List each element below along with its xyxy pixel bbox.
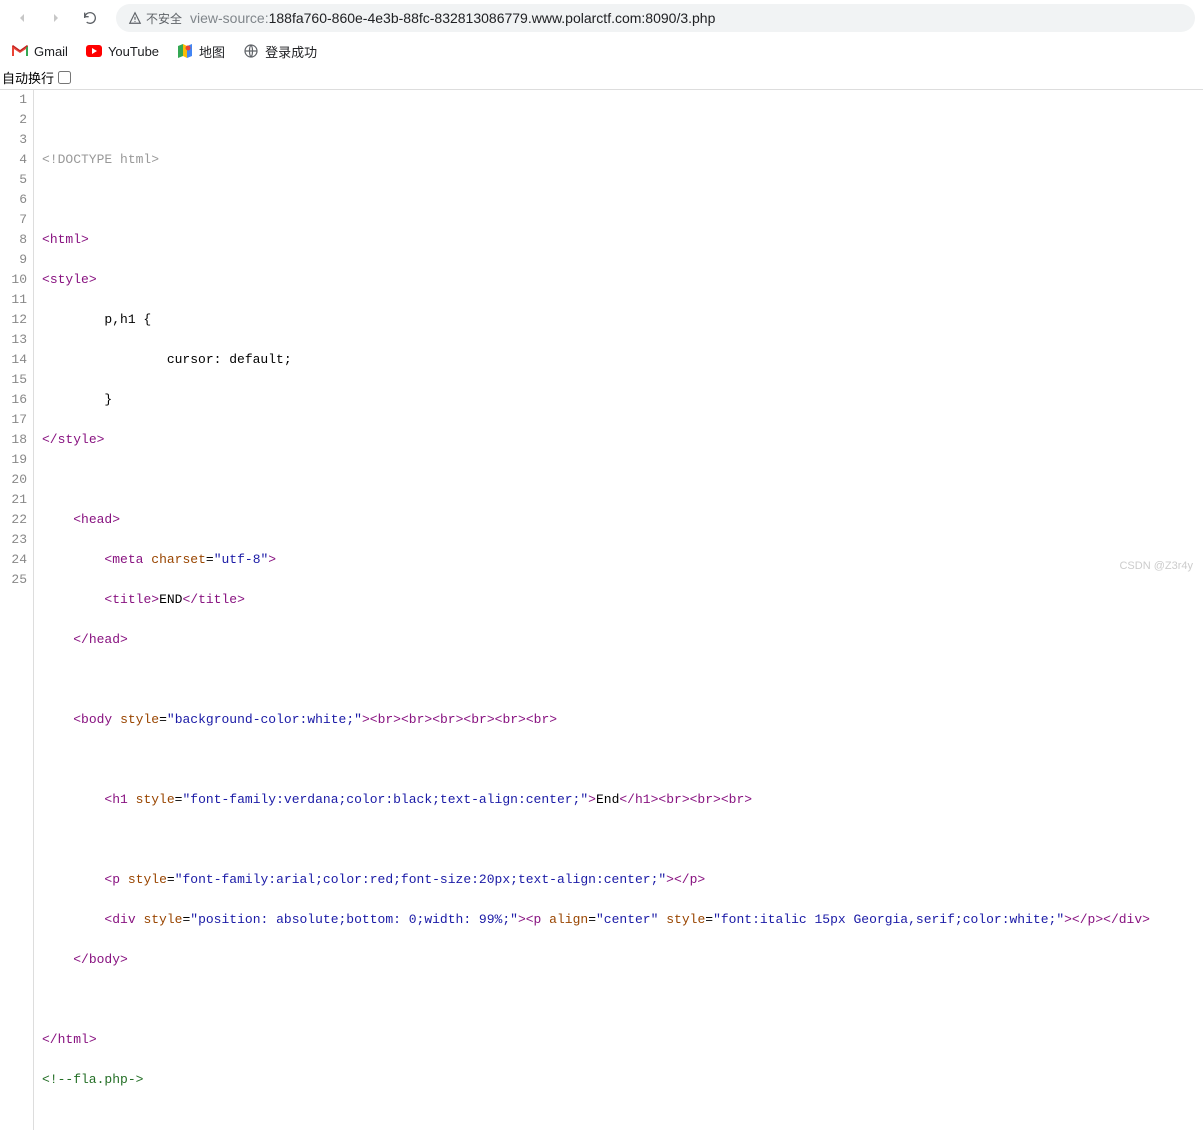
bookmark-label: YouTube [108, 44, 159, 59]
youtube-icon [86, 43, 102, 59]
watermark: CSDN @Z3r4y [1119, 560, 1193, 572]
bookmark-label: 地图 [199, 42, 225, 61]
bookmark-label: 登录成功 [265, 42, 317, 61]
back-button[interactable] [8, 4, 36, 32]
bookmarks-bar: Gmail YouTube 地图 登录成功 [0, 36, 1203, 66]
globe-icon [243, 43, 259, 59]
source-view: 1234567891011121314151617181920212223242… [0, 90, 1203, 1130]
browser-toolbar: 不安全 view-source:188fa760-860e-4e3b-88fc-… [0, 0, 1203, 36]
line-gutter: 1234567891011121314151617181920212223242… [0, 90, 34, 1130]
maps-icon [177, 43, 193, 59]
reload-button[interactable] [76, 4, 104, 32]
wrap-checkbox[interactable] [58, 71, 71, 84]
bookmark-youtube[interactable]: YouTube [86, 43, 159, 59]
wrap-label: 自动换行 [2, 68, 54, 87]
address-bar[interactable]: 不安全 view-source:188fa760-860e-4e3b-88fc-… [116, 4, 1195, 32]
gmail-icon [12, 43, 28, 59]
bookmark-maps[interactable]: 地图 [177, 42, 225, 61]
bookmark-label: Gmail [34, 44, 68, 59]
bookmark-gmail[interactable]: Gmail [12, 43, 68, 59]
url-text: view-source:188fa760-860e-4e3b-88fc-8328… [190, 10, 715, 26]
source-controls: 自动换行 [0, 66, 1203, 90]
forward-button[interactable] [42, 4, 70, 32]
code-area[interactable]: <!DOCTYPE html> <html> <style> p,h1 { cu… [34, 90, 1150, 1130]
not-secure-icon: 不安全 [128, 10, 182, 27]
bookmark-login[interactable]: 登录成功 [243, 42, 317, 61]
security-label: 不安全 [146, 10, 182, 27]
